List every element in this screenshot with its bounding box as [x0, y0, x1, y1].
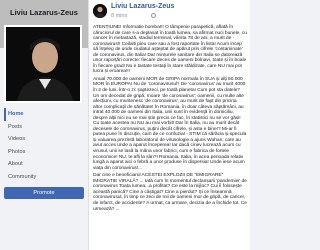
post-card: Liviu Lazarus-Zeus 8 mins ATENȚIUNE! Inf… [88, 0, 250, 250]
post-paragraph: ATENȚIUNE! Informatie bomba!!! O tâmpeni… [93, 25, 247, 75]
left-column: Liviu Lazarus-Zeus Home Posts Videos Pho… [0, 0, 88, 250]
profile-photo [6, 27, 80, 101]
globe-icon [151, 13, 156, 18]
page-nav: Home Posts Videos Photos About Community… [4, 108, 84, 199]
nav-item-community[interactable]: Community [4, 171, 84, 184]
post-timestamp[interactable]: 8 mins [111, 13, 127, 19]
nav-item-home[interactable]: Home [4, 108, 84, 121]
avatar-photo [93, 4, 107, 18]
nav-item-posts[interactable]: Posts [4, 121, 84, 134]
post-paragraph: Dar cine e beneficiarul ACESTEI EXPLOZII… [93, 173, 247, 212]
nav-item-about[interactable]: About [4, 158, 84, 171]
profile-avatar[interactable] [4, 25, 82, 103]
post-header: Liviu Lazarus-Zeus 8 mins [89, 0, 250, 28]
nav-item-videos[interactable]: Videos [4, 133, 84, 146]
post-author-avatar[interactable] [93, 4, 107, 18]
post-body: ATENȚIUNE! Informatie bomba!!! O tâmpeni… [93, 25, 247, 214]
post-author-name[interactable]: Liviu Lazarus-Zeus [111, 3, 174, 10]
nav-item-photos[interactable]: Photos [4, 146, 84, 159]
promote-button[interactable]: Promote [4, 187, 84, 199]
page-title: Liviu Lazarus-Zeus [10, 8, 78, 17]
post-paragraph: Anual 70.000 de oameni MOR de GRIPA norm… [93, 76, 247, 171]
